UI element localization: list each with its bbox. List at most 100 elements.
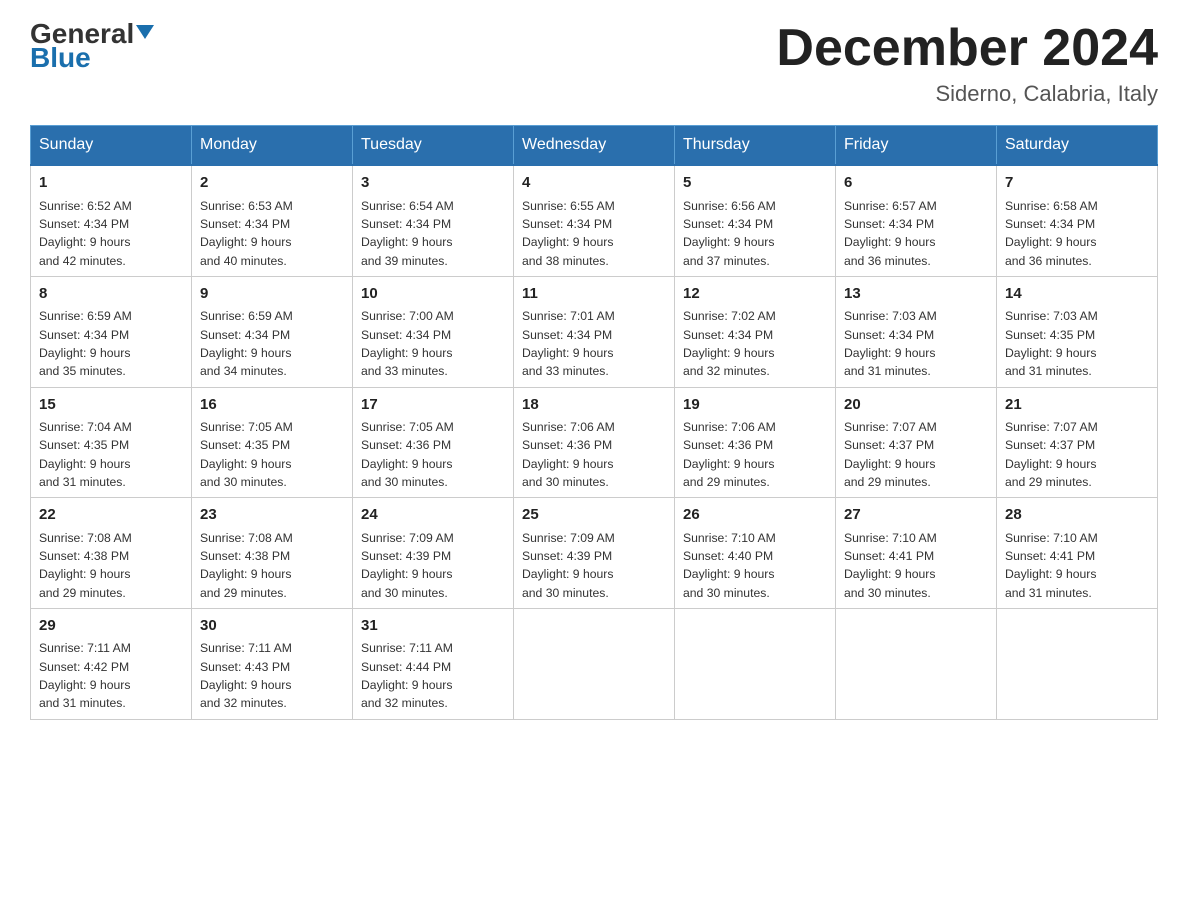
day-info: Sunrise: 7:09 AMSunset: 4:39 PMDaylight:… [361, 529, 505, 602]
calendar-cell: 21Sunrise: 7:07 AMSunset: 4:37 PMDayligh… [997, 387, 1158, 498]
calendar-cell: 25Sunrise: 7:09 AMSunset: 4:39 PMDayligh… [514, 498, 675, 609]
day-info: Sunrise: 7:03 AMSunset: 4:34 PMDaylight:… [844, 307, 988, 380]
month-title: December 2024 [776, 20, 1158, 77]
day-info: Sunrise: 7:04 AMSunset: 4:35 PMDaylight:… [39, 418, 183, 491]
header-day-tuesday: Tuesday [353, 126, 514, 166]
calendar-cell: 28Sunrise: 7:10 AMSunset: 4:41 PMDayligh… [997, 498, 1158, 609]
calendar-cell: 10Sunrise: 7:00 AMSunset: 4:34 PMDayligh… [353, 276, 514, 387]
day-info: Sunrise: 7:03 AMSunset: 4:35 PMDaylight:… [1005, 307, 1149, 380]
header-row: SundayMondayTuesdayWednesdayThursdayFrid… [31, 126, 1158, 166]
day-number: 15 [39, 394, 183, 417]
calendar-cell: 22Sunrise: 7:08 AMSunset: 4:38 PMDayligh… [31, 498, 192, 609]
calendar-cell: 5Sunrise: 6:56 AMSunset: 4:34 PMDaylight… [675, 165, 836, 276]
week-row-4: 22Sunrise: 7:08 AMSunset: 4:38 PMDayligh… [31, 498, 1158, 609]
day-info: Sunrise: 6:57 AMSunset: 4:34 PMDaylight:… [844, 197, 988, 270]
logo: General Blue [30, 20, 154, 72]
day-number: 23 [200, 504, 344, 527]
calendar-cell: 3Sunrise: 6:54 AMSunset: 4:34 PMDaylight… [353, 165, 514, 276]
day-info: Sunrise: 7:00 AMSunset: 4:34 PMDaylight:… [361, 307, 505, 380]
day-info: Sunrise: 7:08 AMSunset: 4:38 PMDaylight:… [39, 529, 183, 602]
calendar-cell: 29Sunrise: 7:11 AMSunset: 4:42 PMDayligh… [31, 608, 192, 719]
day-number: 3 [361, 172, 505, 195]
day-info: Sunrise: 7:10 AMSunset: 4:41 PMDaylight:… [844, 529, 988, 602]
calendar-cell: 30Sunrise: 7:11 AMSunset: 4:43 PMDayligh… [192, 608, 353, 719]
day-number: 10 [361, 283, 505, 306]
day-number: 8 [39, 283, 183, 306]
day-number: 25 [522, 504, 666, 527]
day-number: 13 [844, 283, 988, 306]
calendar-cell [997, 608, 1158, 719]
day-number: 20 [844, 394, 988, 417]
calendar-cell: 7Sunrise: 6:58 AMSunset: 4:34 PMDaylight… [997, 165, 1158, 276]
logo-triangle-icon [136, 25, 154, 39]
calendar-cell: 27Sunrise: 7:10 AMSunset: 4:41 PMDayligh… [836, 498, 997, 609]
day-number: 12 [683, 283, 827, 306]
header-day-thursday: Thursday [675, 126, 836, 166]
calendar-cell [836, 608, 997, 719]
day-info: Sunrise: 7:07 AMSunset: 4:37 PMDaylight:… [844, 418, 988, 491]
day-info: Sunrise: 7:01 AMSunset: 4:34 PMDaylight:… [522, 307, 666, 380]
page-header: General Blue December 2024 Siderno, Cala… [30, 20, 1158, 107]
calendar-cell: 9Sunrise: 6:59 AMSunset: 4:34 PMDaylight… [192, 276, 353, 387]
calendar-cell: 6Sunrise: 6:57 AMSunset: 4:34 PMDaylight… [836, 165, 997, 276]
day-number: 22 [39, 504, 183, 527]
day-info: Sunrise: 6:54 AMSunset: 4:34 PMDaylight:… [361, 197, 505, 270]
day-info: Sunrise: 6:53 AMSunset: 4:34 PMDaylight:… [200, 197, 344, 270]
header-day-monday: Monday [192, 126, 353, 166]
calendar-cell: 26Sunrise: 7:10 AMSunset: 4:40 PMDayligh… [675, 498, 836, 609]
day-info: Sunrise: 6:59 AMSunset: 4:34 PMDaylight:… [39, 307, 183, 380]
day-info: Sunrise: 7:02 AMSunset: 4:34 PMDaylight:… [683, 307, 827, 380]
calendar-cell: 13Sunrise: 7:03 AMSunset: 4:34 PMDayligh… [836, 276, 997, 387]
day-info: Sunrise: 7:11 AMSunset: 4:42 PMDaylight:… [39, 639, 183, 712]
calendar-cell: 20Sunrise: 7:07 AMSunset: 4:37 PMDayligh… [836, 387, 997, 498]
day-number: 19 [683, 394, 827, 417]
calendar-cell: 18Sunrise: 7:06 AMSunset: 4:36 PMDayligh… [514, 387, 675, 498]
day-info: Sunrise: 7:10 AMSunset: 4:41 PMDaylight:… [1005, 529, 1149, 602]
day-number: 24 [361, 504, 505, 527]
calendar-cell [514, 608, 675, 719]
day-info: Sunrise: 7:05 AMSunset: 4:36 PMDaylight:… [361, 418, 505, 491]
day-number: 21 [1005, 394, 1149, 417]
day-info: Sunrise: 7:08 AMSunset: 4:38 PMDaylight:… [200, 529, 344, 602]
week-row-2: 8Sunrise: 6:59 AMSunset: 4:34 PMDaylight… [31, 276, 1158, 387]
day-number: 28 [1005, 504, 1149, 527]
calendar-cell: 11Sunrise: 7:01 AMSunset: 4:34 PMDayligh… [514, 276, 675, 387]
title-area: December 2024 Siderno, Calabria, Italy [776, 20, 1158, 107]
calendar-cell: 31Sunrise: 7:11 AMSunset: 4:44 PMDayligh… [353, 608, 514, 719]
day-number: 4 [522, 172, 666, 195]
day-info: Sunrise: 7:09 AMSunset: 4:39 PMDaylight:… [522, 529, 666, 602]
day-info: Sunrise: 6:58 AMSunset: 4:34 PMDaylight:… [1005, 197, 1149, 270]
calendar-cell: 16Sunrise: 7:05 AMSunset: 4:35 PMDayligh… [192, 387, 353, 498]
day-number: 31 [361, 615, 505, 638]
header-day-sunday: Sunday [31, 126, 192, 166]
day-number: 7 [1005, 172, 1149, 195]
day-info: Sunrise: 6:52 AMSunset: 4:34 PMDaylight:… [39, 197, 183, 270]
day-number: 9 [200, 283, 344, 306]
header-day-friday: Friday [836, 126, 997, 166]
day-info: Sunrise: 7:11 AMSunset: 4:43 PMDaylight:… [200, 639, 344, 712]
header-day-wednesday: Wednesday [514, 126, 675, 166]
day-number: 18 [522, 394, 666, 417]
day-info: Sunrise: 7:10 AMSunset: 4:40 PMDaylight:… [683, 529, 827, 602]
day-number: 30 [200, 615, 344, 638]
calendar-cell: 12Sunrise: 7:02 AMSunset: 4:34 PMDayligh… [675, 276, 836, 387]
day-number: 11 [522, 283, 666, 306]
day-info: Sunrise: 6:56 AMSunset: 4:34 PMDaylight:… [683, 197, 827, 270]
day-info: Sunrise: 7:11 AMSunset: 4:44 PMDaylight:… [361, 639, 505, 712]
calendar-cell: 15Sunrise: 7:04 AMSunset: 4:35 PMDayligh… [31, 387, 192, 498]
calendar-cell: 23Sunrise: 7:08 AMSunset: 4:38 PMDayligh… [192, 498, 353, 609]
calendar-cell: 19Sunrise: 7:06 AMSunset: 4:36 PMDayligh… [675, 387, 836, 498]
day-info: Sunrise: 6:55 AMSunset: 4:34 PMDaylight:… [522, 197, 666, 270]
calendar-cell: 4Sunrise: 6:55 AMSunset: 4:34 PMDaylight… [514, 165, 675, 276]
day-number: 1 [39, 172, 183, 195]
calendar-cell: 2Sunrise: 6:53 AMSunset: 4:34 PMDaylight… [192, 165, 353, 276]
logo-blue: Blue [30, 44, 91, 72]
day-info: Sunrise: 7:06 AMSunset: 4:36 PMDaylight:… [683, 418, 827, 491]
header-day-saturday: Saturday [997, 126, 1158, 166]
calendar-cell: 24Sunrise: 7:09 AMSunset: 4:39 PMDayligh… [353, 498, 514, 609]
day-number: 2 [200, 172, 344, 195]
calendar-cell: 17Sunrise: 7:05 AMSunset: 4:36 PMDayligh… [353, 387, 514, 498]
location-title: Siderno, Calabria, Italy [776, 81, 1158, 107]
day-number: 27 [844, 504, 988, 527]
day-info: Sunrise: 7:05 AMSunset: 4:35 PMDaylight:… [200, 418, 344, 491]
